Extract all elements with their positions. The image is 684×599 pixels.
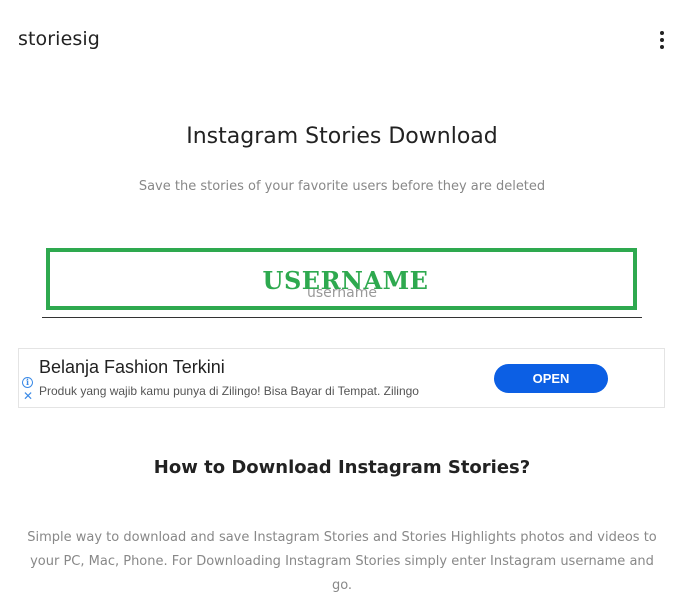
more-menu-button[interactable] — [652, 28, 672, 52]
more-vert-icon — [660, 45, 664, 49]
ad-title[interactable]: Belanja Fashion Terkini — [39, 357, 225, 378]
page: storiesig Instagram Stories Download Sav… — [0, 0, 684, 599]
brand-logo-link[interactable]: storiesig — [18, 28, 100, 50]
ad-description: Produk yang wajib kamu punya di Zilingo!… — [39, 384, 419, 398]
top-bar: storiesig — [0, 0, 684, 80]
ad-close-icon[interactable]: ✕ — [22, 390, 34, 402]
page-title: Instagram Stories Download — [186, 124, 498, 149]
ad-open-button[interactable]: OPEN — [494, 364, 608, 393]
ad-info-icon[interactable]: i — [22, 377, 33, 388]
howto-description: Simple way to download and save Instagra… — [27, 530, 657, 593]
more-vert-icon — [660, 38, 664, 42]
howto-heading: How to Download Instagram Stories? — [153, 457, 531, 478]
more-vert-icon — [660, 31, 664, 35]
page-subtitle: Save the stories of your favorite users … — [138, 179, 546, 194]
username-input[interactable] — [42, 246, 642, 318]
username-search-form: USERNAME — [42, 246, 642, 318]
ad-banner[interactable]: Belanja Fashion Terkini Produk yang waji… — [18, 348, 665, 408]
